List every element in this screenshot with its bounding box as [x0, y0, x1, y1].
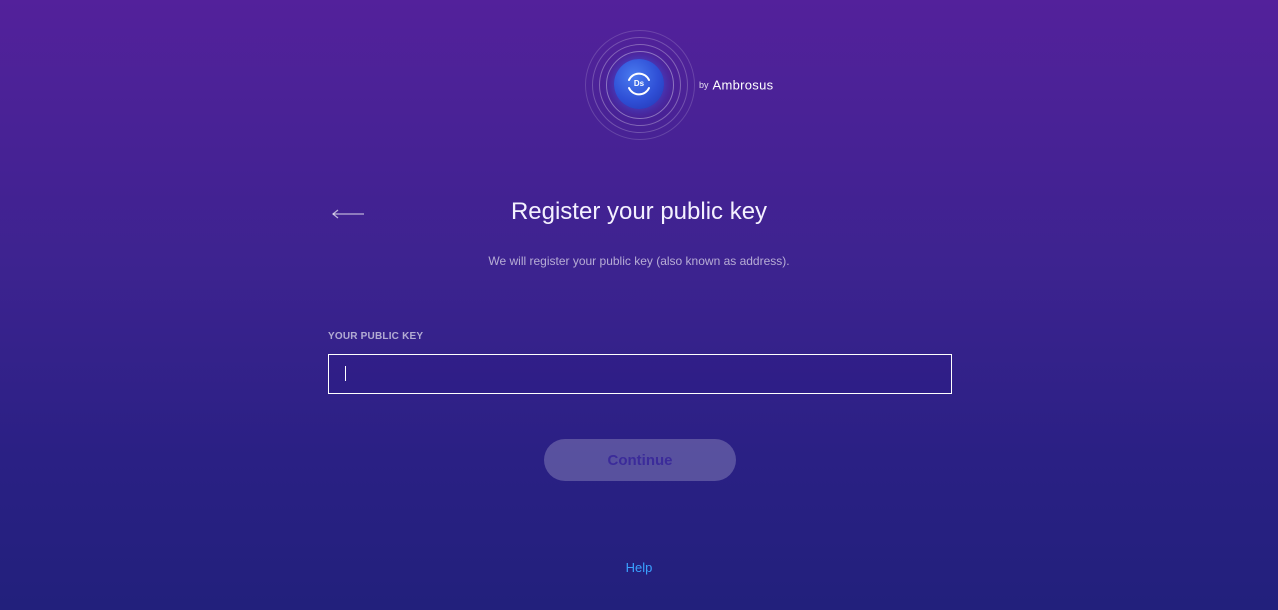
public-key-label: YOUR PUBLIC KEY — [328, 331, 424, 342]
help-row: Help — [0, 560, 1278, 575]
by-text: by — [699, 79, 709, 90]
brand-name: Ambrosus — [712, 77, 774, 93]
text-cursor — [345, 366, 346, 381]
logo-letters: Ds — [633, 79, 645, 88]
dashboard-logo-icon: Ds — [585, 30, 695, 140]
by-brand: by Ambrosus — [699, 76, 773, 94]
page-subtitle: We will register your public key (also k… — [488, 254, 790, 268]
public-key-input[interactable] — [328, 354, 952, 394]
page-title: Register your public key — [510, 198, 768, 225]
continue-button[interactable]: Continue — [544, 439, 736, 481]
logo-core: Ds — [614, 59, 664, 109]
help-link[interactable]: Help — [626, 560, 653, 575]
